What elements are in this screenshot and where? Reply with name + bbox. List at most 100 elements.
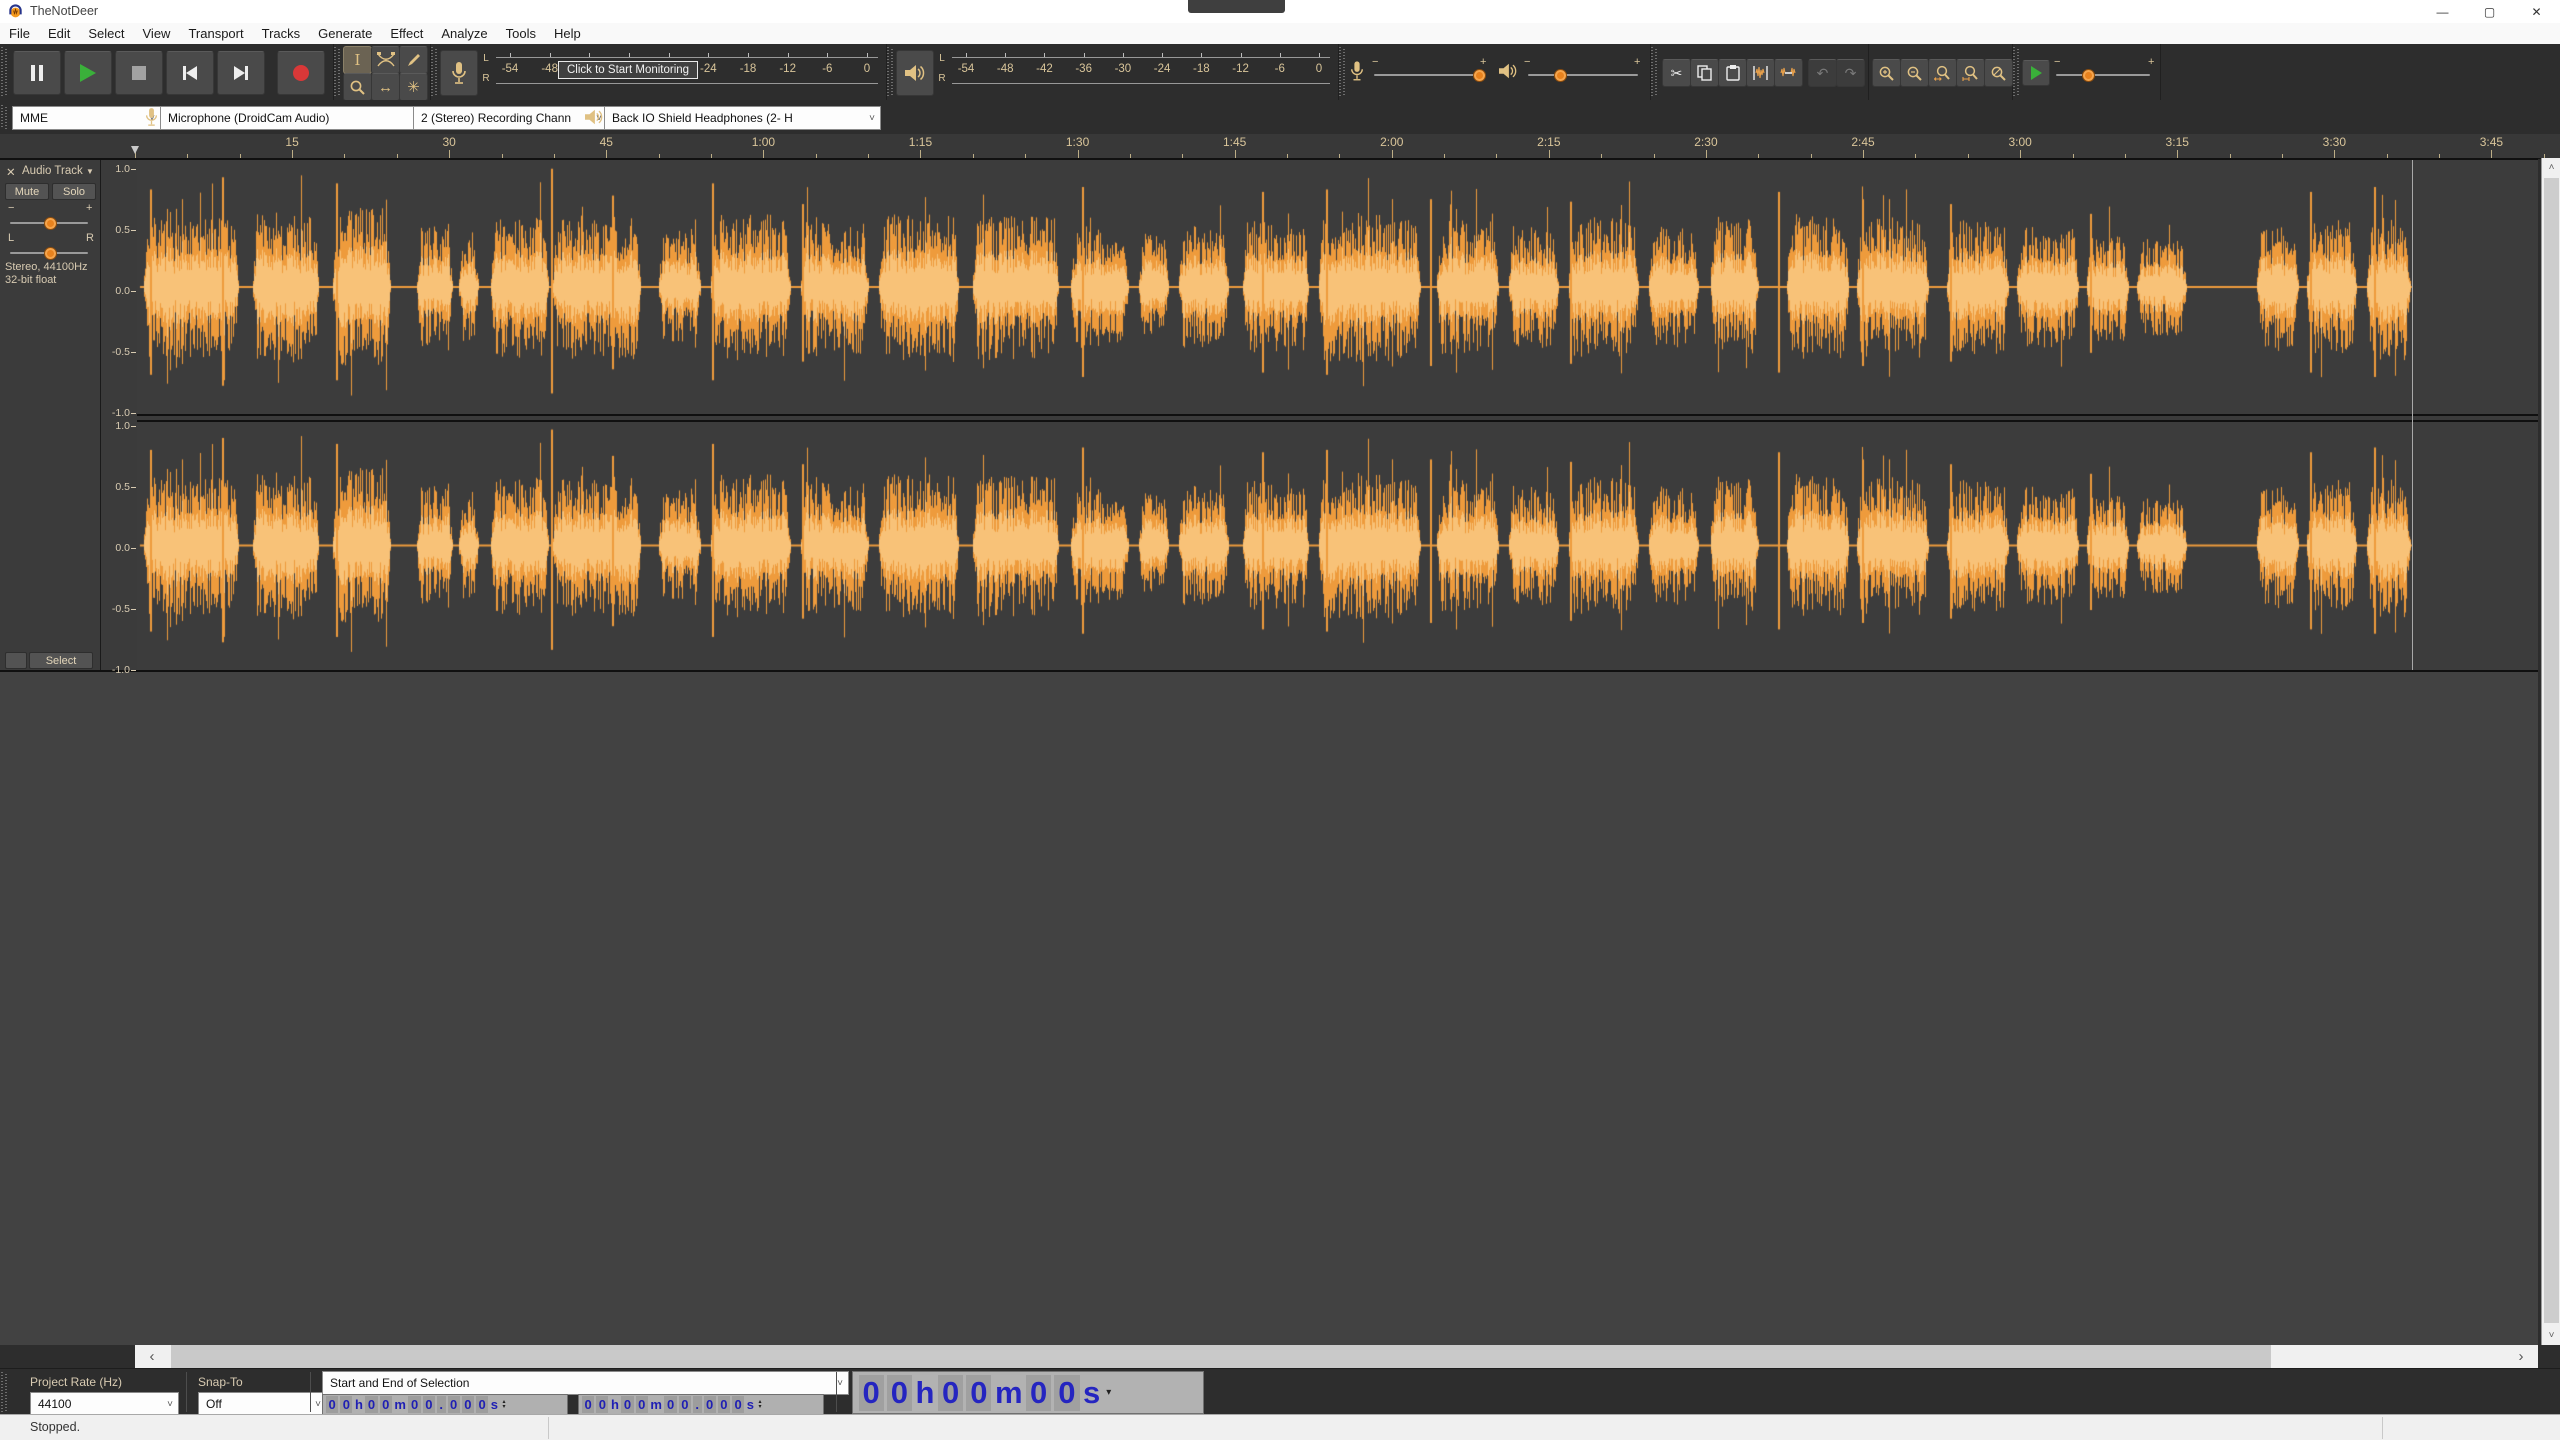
time-digit[interactable]: 0 [380, 1396, 392, 1413]
zoom-out-button[interactable] [1900, 59, 1929, 87]
selection-start-field[interactable]: 00h00m00.000s▴▾ [322, 1394, 568, 1415]
gain-slider[interactable] [10, 222, 88, 224]
scroll-right-icon[interactable]: › [2504, 1345, 2538, 1368]
zoom-in-button[interactable] [1872, 59, 1901, 87]
time-shift-tool-button[interactable]: ↔ [371, 73, 400, 101]
menu-item-help[interactable]: Help [545, 23, 590, 44]
menu-item-transport[interactable]: Transport [179, 23, 252, 44]
menu-item-select[interactable]: Select [79, 23, 133, 44]
toolbar-grip[interactable] [887, 47, 893, 97]
time-digit[interactable]: 0 [938, 1375, 963, 1411]
maximize-button[interactable]: ▢ [2466, 0, 2513, 23]
horizontal-scrollbar[interactable]: ‹ › [0, 1345, 2560, 1368]
recording-volume-thumb[interactable] [1473, 69, 1486, 82]
time-digit[interactable]: 0 [718, 1396, 730, 1413]
vertical-scrollbar-thumb[interactable] [2544, 178, 2559, 1323]
time-digit[interactable]: m [393, 1397, 408, 1412]
menu-item-file[interactable]: File [0, 23, 39, 44]
recording-device-select[interactable]: Microphone (DroidCam Audio) ˅ [160, 106, 437, 130]
paste-button[interactable] [1718, 59, 1747, 87]
time-digit[interactable]: m [649, 1397, 664, 1412]
recording-channels-select[interactable]: 2 (Stereo) Recording Chann ˅ [413, 106, 608, 130]
envelope-tool-button[interactable] [371, 46, 400, 74]
time-digit[interactable]: 0 [621, 1396, 633, 1413]
time-digit[interactable]: 0 [636, 1396, 648, 1413]
record-button[interactable] [277, 51, 325, 95]
toolbar-grip[interactable] [1651, 47, 1657, 97]
playback-meter-toolbar[interactable]: L R -54-48-42-36-30-24-18-12-60 [886, 44, 1339, 100]
time-digit[interactable]: 0 [326, 1396, 338, 1413]
play-speed-thumb[interactable] [2082, 69, 2095, 82]
toolbar-grip[interactable] [431, 47, 437, 97]
time-digit[interactable]: 0 [340, 1396, 352, 1413]
collapse-button[interactable] [5, 652, 27, 669]
menu-item-generate[interactable]: Generate [309, 23, 381, 44]
vertical-scrollbar[interactable]: ˄ ˅ [2541, 158, 2560, 1345]
menu-item-analyze[interactable]: Analyze [432, 23, 496, 44]
time-digit[interactable]: 0 [1054, 1375, 1079, 1411]
time-digit[interactable]: h [353, 1397, 364, 1412]
scroll-down-icon[interactable]: ˅ [2542, 1326, 2560, 1345]
time-digit[interactable]: 0 [704, 1396, 716, 1413]
play-at-speed-button[interactable] [2022, 60, 2050, 86]
time-digit[interactable]: 0 [859, 1375, 884, 1411]
track-title-menu[interactable]: Audio Track ▼ [22, 165, 94, 177]
toolbar-grip[interactable] [2013, 47, 2019, 97]
copy-button[interactable] [1690, 59, 1719, 87]
recording-meter-toolbar[interactable]: L R -54-48-42-36-30-24-18-12-60Click to … [430, 44, 887, 100]
snap-to-select[interactable]: Off ˅ [198, 1392, 327, 1416]
time-digit[interactable]: m [993, 1375, 1025, 1411]
waveform-left-channel[interactable] [137, 160, 2538, 414]
play-speed-slider[interactable] [2056, 74, 2150, 76]
time-digit[interactable]: 0 [732, 1396, 744, 1413]
time-digit[interactable]: 0 [679, 1396, 691, 1413]
time-digit[interactable]: h [609, 1397, 620, 1412]
solo-button[interactable]: Solo [52, 183, 96, 200]
playback-meter-speaker-button[interactable] [896, 50, 934, 96]
playback-volume-thumb[interactable] [1554, 69, 1567, 82]
time-digit[interactable]: 0 [596, 1396, 608, 1413]
silence-audio-button[interactable] [1774, 59, 1803, 87]
recording-meter-mic-button[interactable] [440, 50, 478, 96]
time-digit[interactable]: 0 [365, 1396, 377, 1413]
menu-item-effect[interactable]: Effect [381, 23, 432, 44]
field-spinner[interactable]: ▴▾ [502, 1400, 505, 1410]
time-digit[interactable]: 0 [462, 1396, 474, 1413]
scroll-left-icon[interactable]: ‹ [135, 1345, 169, 1368]
toolbar-grip[interactable] [1, 47, 7, 97]
selection-mode-select[interactable]: Start and End of Selection ˅ [322, 1371, 849, 1395]
zoom-tool-button[interactable] [343, 73, 372, 101]
track-close-button[interactable]: ✕ [6, 165, 16, 179]
display-format-chevron-icon[interactable]: ▾ [1106, 1387, 1111, 1398]
horizontal-scrollbar-thumb[interactable] [171, 1345, 2271, 1368]
zoom-toggle-button[interactable] [1984, 59, 2013, 87]
cut-button[interactable]: ✂ [1662, 59, 1691, 87]
toolbar-grip[interactable] [1339, 47, 1345, 97]
playback-volume-slider[interactable] [1528, 74, 1638, 76]
toolbar-grip[interactable] [1, 1372, 7, 1412]
time-digit[interactable]: 0 [1026, 1375, 1051, 1411]
select-button[interactable]: Select [29, 652, 93, 669]
time-digit[interactable]: 0 [582, 1396, 594, 1413]
time-digit[interactable]: s [745, 1397, 755, 1412]
toolbar-grip[interactable] [334, 47, 340, 97]
time-digit[interactable]: h [914, 1375, 937, 1411]
playhead-marker[interactable] [131, 146, 139, 154]
audio-host-select[interactable]: MME ˅ [12, 106, 161, 130]
stop-button[interactable] [115, 51, 163, 95]
redo-button[interactable]: ↷ [1836, 59, 1865, 87]
time-digit[interactable]: 0 [423, 1396, 435, 1413]
skip-to-start-button[interactable] [166, 51, 214, 95]
time-digit[interactable]: 0 [664, 1396, 676, 1413]
time-digit[interactable]: 0 [408, 1396, 420, 1413]
skip-to-end-button[interactable] [217, 51, 265, 95]
undo-button[interactable]: ↶ [1808, 59, 1837, 87]
waveform-right-channel[interactable] [137, 421, 2538, 670]
timeline-ruler[interactable]: 1530451:001:151:301:452:002:152:302:453:… [0, 134, 2560, 159]
pause-button[interactable] [13, 51, 61, 95]
fit-project-button[interactable] [1956, 59, 1985, 87]
mute-button[interactable]: Mute [5, 183, 49, 200]
close-button[interactable]: ✕ [2513, 0, 2560, 23]
time-digit[interactable]: s [1081, 1375, 1102, 1411]
selection-tool-button[interactable]: I [343, 46, 372, 74]
